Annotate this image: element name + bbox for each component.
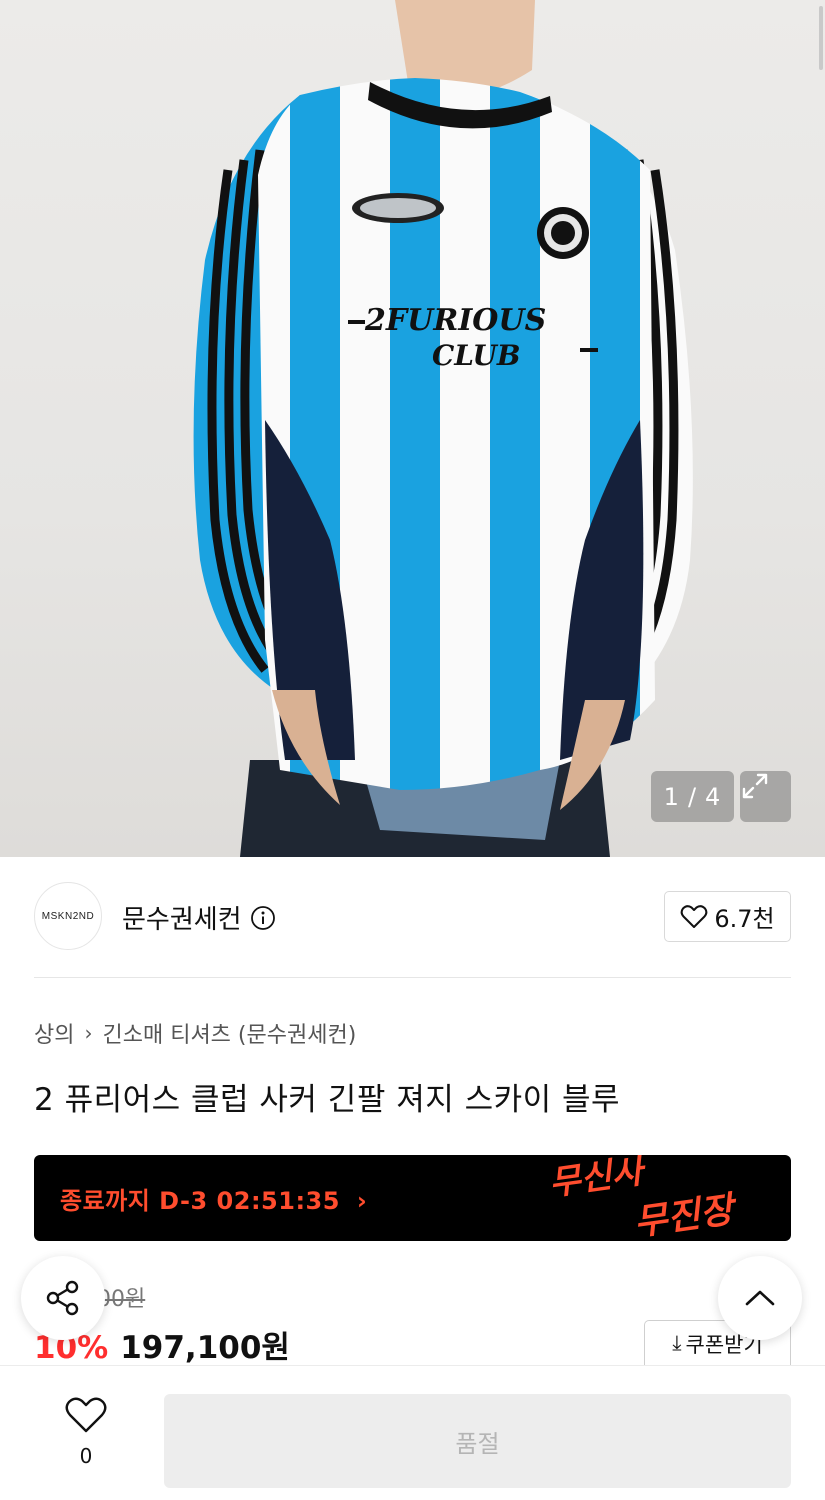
scrollbar[interactable] bbox=[819, 6, 823, 70]
chevron-right-icon: › bbox=[356, 1187, 368, 1215]
bottom-action-bar: 0 품절 bbox=[0, 1365, 825, 1500]
countdown-link[interactable]: 종료까지 D-3 02:51:35 › bbox=[60, 1181, 367, 1216]
brand-like-count: 6.7천 bbox=[714, 905, 775, 933]
image-total: 4 bbox=[705, 782, 722, 811]
product-title: 2 퓨리어스 클럽 사커 긴팔 져지 스카이 블루 bbox=[34, 1082, 621, 1118]
scroll-top-button[interactable] bbox=[718, 1256, 802, 1340]
download-icon: ⤓ bbox=[672, 1331, 682, 1355]
sold-out-label: 품절 bbox=[455, 1429, 500, 1458]
heart-icon bbox=[681, 904, 708, 928]
banner-logo-line1: 무신사 bbox=[547, 1155, 649, 1204]
image-current: 1 bbox=[663, 782, 680, 811]
chevron-right-icon: › bbox=[84, 1021, 93, 1045]
brand-name-link[interactable]: 문수권세컨 bbox=[122, 899, 276, 936]
breadcrumb-subcategory[interactable]: 긴소매 티셔츠 (문수권세컨) bbox=[102, 1017, 356, 1049]
brand-logo-text: MSKN2ND bbox=[41, 910, 95, 922]
svg-text:2FURIOUS: 2FURIOUS bbox=[364, 303, 546, 338]
brand-name: 문수권세컨 bbox=[122, 905, 242, 935]
brand-like-button[interactable]: 6.7천 bbox=[664, 891, 791, 942]
wishlist-button[interactable]: 0 bbox=[56, 1396, 116, 1468]
breadcrumb-category[interactable]: 상의 bbox=[34, 1017, 74, 1049]
share-icon bbox=[46, 1280, 79, 1316]
expand-button[interactable] bbox=[740, 771, 791, 822]
divider bbox=[34, 977, 791, 978]
brand-logo[interactable]: MSKN2ND bbox=[34, 882, 102, 950]
countdown-text: 종료까지 D-3 02:51:35 bbox=[60, 1187, 340, 1215]
chevron-up-icon bbox=[745, 1290, 775, 1306]
sold-out-button[interactable]: 품절 bbox=[164, 1394, 791, 1488]
banner-logo-line2: 무진장 bbox=[632, 1189, 741, 1241]
brand-row: MSKN2ND 문수권세컨 6.7천 bbox=[34, 881, 791, 951]
heart-icon bbox=[65, 1397, 107, 1433]
svg-text:CLUB: CLUB bbox=[432, 339, 521, 372]
image-separator: / bbox=[687, 782, 698, 811]
info-icon[interactable] bbox=[250, 905, 276, 931]
product-image[interactable]: 2FURIOUS CLUB 1 / 4 bbox=[0, 0, 825, 857]
breadcrumb: 상의 › 긴소매 티셔츠 (문수권세컨) bbox=[34, 1017, 356, 1049]
share-button[interactable] bbox=[21, 1256, 105, 1340]
final-price: 197,100원 bbox=[120, 1330, 290, 1366]
expand-icon bbox=[742, 773, 768, 799]
jersey-photo: 2FURIOUS CLUB bbox=[193, 0, 693, 857]
image-counter: 1 / 4 bbox=[651, 771, 734, 822]
event-banner[interactable]: 종료까지 D-3 02:51:35 › 무신사 무진장 bbox=[34, 1155, 791, 1241]
musinsa-mujinjang-logo: 무신사 무진장 bbox=[547, 1155, 741, 1241]
wishlist-count: 0 bbox=[79, 1444, 93, 1468]
